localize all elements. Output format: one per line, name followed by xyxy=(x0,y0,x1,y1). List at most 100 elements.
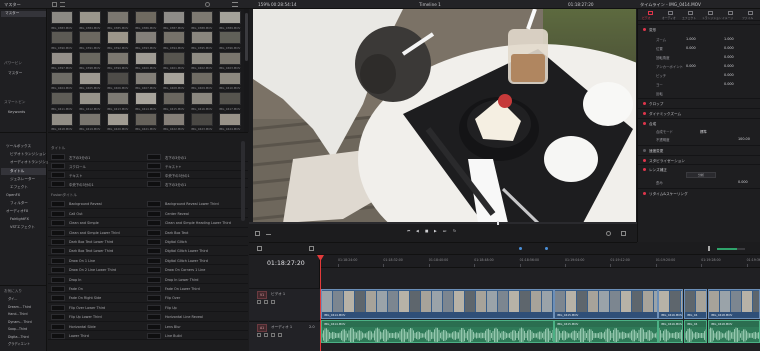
track-id-v1[interactable]: V1 xyxy=(257,291,268,299)
scrollbar-thumb[interactable] xyxy=(245,13,248,61)
timeline-ruler[interactable]: 01:18:24:00 01:18:32:00 01:18:40:00 01:18:4… xyxy=(320,255,760,268)
analyze-button[interactable]: 分析 xyxy=(686,172,716,178)
composite-enable-toggle[interactable] xyxy=(643,122,646,125)
effect-thumbnail[interactable] xyxy=(51,332,65,339)
volume-icon[interactable] xyxy=(708,246,713,251)
media-clip-thumbnail[interactable] xyxy=(79,51,101,65)
fx-audio-transitions[interactable]: オーディオトランジション xyxy=(10,160,53,165)
crop-enable-toggle[interactable] xyxy=(643,102,646,105)
media-clip-thumbnail[interactable] xyxy=(107,92,129,106)
stop-icon[interactable]: ■ xyxy=(425,229,428,234)
effect-thumbnail[interactable] xyxy=(51,267,65,274)
composite-section[interactable]: 合成 xyxy=(638,118,760,127)
inspector-tab[interactable]: トランジション xyxy=(702,16,722,20)
media-clip-thumbnail[interactable] xyxy=(219,71,241,85)
chevron-down-icon[interactable] xyxy=(266,232,271,235)
fx-audio-fx[interactable]: オーディオFX xyxy=(6,209,28,214)
effect-name[interactable]: Drop In xyxy=(69,278,81,282)
media-clip-thumbnail[interactable] xyxy=(51,31,73,45)
playhead[interactable] xyxy=(317,255,324,351)
effects-scrollbar[interactable] xyxy=(241,141,245,221)
fx-effects[interactable]: エフェクト xyxy=(10,185,28,190)
video-clip[interactable]: IMG_0415.MOV xyxy=(554,289,658,319)
go-to-end-icon[interactable]: ⏭ xyxy=(443,229,446,234)
composite-mode-select[interactable]: 標準 xyxy=(700,129,707,134)
favorite-item[interactable]: Dynam... Third xyxy=(8,320,32,324)
audio-clip[interactable]: IMG_04 xyxy=(684,320,707,343)
search-icon[interactable] xyxy=(205,2,210,7)
effect-name[interactable]: Fade On Lower Third xyxy=(165,287,200,291)
effect-name[interactable]: 中央下の3分の1 xyxy=(69,182,94,187)
effect-name[interactable]: Background Reveal Lower Third xyxy=(165,202,219,206)
media-clip-thumbnail[interactable] xyxy=(51,92,73,106)
effect-thumbnail[interactable] xyxy=(147,229,161,236)
media-clip-thumbnail[interactable] xyxy=(135,31,157,45)
effect-name[interactable]: Background Reveal xyxy=(69,202,102,206)
effect-name[interactable]: Draw On 1 Line xyxy=(69,259,95,263)
timeline-view-icon[interactable] xyxy=(257,246,262,251)
fx-vst[interactable]: VSTエフェクト xyxy=(10,225,35,230)
effect-thumbnail[interactable] xyxy=(147,201,161,208)
audio-clip[interactable]: IMG_0415.MOV xyxy=(554,320,658,343)
volume-slider[interactable] xyxy=(717,248,745,250)
effect-name[interactable]: Call Out xyxy=(69,212,83,216)
effect-name[interactable]: Flip Over Lower Third xyxy=(69,306,105,310)
effect-name[interactable]: Clean and Simple Lower Third xyxy=(69,231,120,235)
play-icon[interactable]: ▶ xyxy=(434,229,437,234)
mute-icon[interactable] xyxy=(271,333,275,337)
menu-icon[interactable] xyxy=(232,2,238,7)
power-bin-master[interactable]: マスター xyxy=(8,71,22,76)
effect-name[interactable]: Lens Blur xyxy=(165,325,181,329)
effect-name[interactable]: Clean and Simple Heading Lower Third xyxy=(165,221,231,225)
effect-name[interactable]: Dark Box Text Lower Third xyxy=(69,240,113,244)
zoom-level[interactable]: 159% xyxy=(258,2,270,7)
fx-openfx[interactable]: OpenFX xyxy=(6,193,20,198)
audio-auto-select-icon[interactable] xyxy=(264,333,268,337)
media-clip-thumbnail[interactable] xyxy=(107,112,129,126)
effect-thumbnail[interactable] xyxy=(147,154,161,161)
effect-thumbnail[interactable] xyxy=(147,304,161,311)
media-clip-thumbnail[interactable] xyxy=(191,92,213,106)
inspector-tab[interactable]: オーディオ xyxy=(662,16,676,20)
media-clip-thumbnail[interactable] xyxy=(191,11,213,24)
auto-select-icon[interactable] xyxy=(264,300,268,304)
effect-thumbnail[interactable] xyxy=(51,229,65,236)
fullscreen-icon[interactable] xyxy=(606,231,611,236)
media-clip-thumbnail[interactable] xyxy=(79,112,101,126)
media-clip-thumbnail[interactable] xyxy=(163,71,185,85)
favorite-item[interactable]: Digita...Third xyxy=(8,335,29,339)
stabilization-section[interactable]: スタビライゼーション xyxy=(638,155,760,164)
effect-name[interactable]: Center Reveal xyxy=(165,212,189,216)
anchor-x-field[interactable]: 0.000 xyxy=(686,64,696,68)
media-clip-thumbnail[interactable] xyxy=(107,51,129,65)
viewer[interactable] xyxy=(253,9,636,223)
effect-name[interactable]: 右下の3分の1 xyxy=(165,155,186,160)
scrubber-handle[interactable] xyxy=(497,221,499,225)
effect-name[interactable]: Clean and Simple xyxy=(69,221,99,225)
crop-section[interactable]: クロップ xyxy=(638,98,760,107)
media-clip-thumbnail[interactable] xyxy=(163,51,185,65)
effect-thumbnail[interactable] xyxy=(51,285,65,292)
anchor-y-field[interactable]: 0.000 xyxy=(724,64,734,68)
lens-enable-toggle[interactable] xyxy=(643,168,646,171)
position-x-field[interactable]: 0.000 xyxy=(686,46,696,50)
effect-thumbnail[interactable] xyxy=(51,295,65,302)
loop-icon[interactable]: ↻ xyxy=(453,229,456,234)
effect-thumbnail[interactable] xyxy=(51,248,65,255)
inspector-tab[interactable]: イメージ xyxy=(722,16,733,20)
effect-thumbnail[interactable] xyxy=(51,163,65,170)
effect-thumbnail[interactable] xyxy=(51,257,65,264)
solo-icon[interactable] xyxy=(278,333,282,337)
list-view-icon[interactable] xyxy=(60,2,65,7)
effect-name[interactable]: Lower Third xyxy=(69,334,89,338)
effect-name[interactable]: Drop In Lower Third xyxy=(165,278,198,282)
fx-video-transitions[interactable]: ビデオトランジション xyxy=(10,152,46,157)
inspector-tab[interactable]: ファイル xyxy=(742,16,753,20)
position-y-field[interactable]: 0.000 xyxy=(724,46,734,50)
inspector-tab[interactable]: エフェクト xyxy=(682,16,696,20)
effect-thumbnail[interactable] xyxy=(147,210,161,217)
inspector-tab[interactable]: ビデオ xyxy=(642,16,650,20)
media-clip-thumbnail[interactable] xyxy=(107,11,129,24)
favorite-item[interactable]: Soap...Third xyxy=(8,327,27,331)
thumbnail-view-icon[interactable] xyxy=(52,2,57,7)
